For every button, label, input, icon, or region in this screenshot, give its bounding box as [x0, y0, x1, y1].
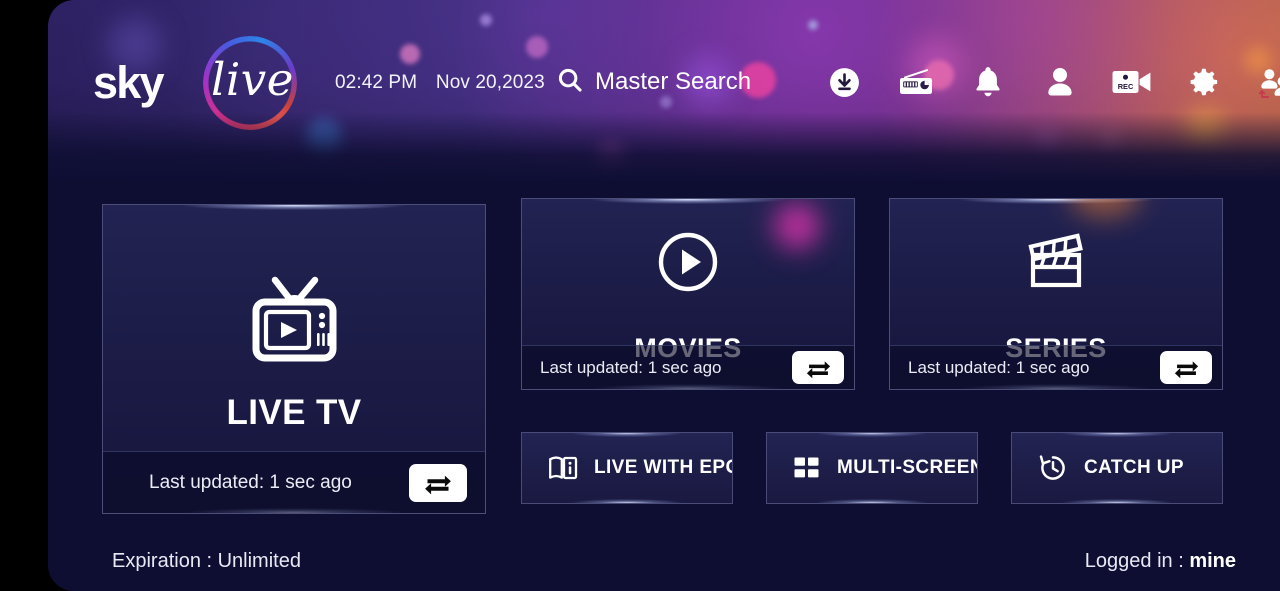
refresh-button[interactable]	[409, 463, 467, 502]
button-edge-glow	[817, 499, 927, 503]
grid-four-icon	[793, 455, 821, 481]
catch-up-button[interactable]: CATCH UP	[1011, 432, 1223, 504]
clapperboard-icon	[890, 231, 1222, 293]
logged-in-username: mine	[1189, 550, 1236, 572]
button-edge-glow	[572, 499, 682, 503]
master-search-button[interactable]: Master Search	[556, 62, 751, 102]
multi-screen-button[interactable]: MULTI-SCREEN	[766, 432, 978, 504]
switch-user-icon[interactable]	[1240, 58, 1280, 106]
bokeh-light	[1188, 112, 1222, 146]
svg-text:REC: REC	[1118, 82, 1134, 91]
bell-icon[interactable]	[952, 58, 1024, 106]
button-edge-glow	[1062, 433, 1172, 437]
last-updated-text: Last updated: 1 sec ago	[149, 471, 352, 493]
book-info-icon	[548, 455, 578, 481]
play-circle-icon	[522, 231, 854, 293]
logged-in-label: Logged in :	[1084, 550, 1190, 572]
button-edge-glow	[1062, 499, 1172, 503]
tile-footer: Last updated: 1 sec ago	[522, 345, 854, 389]
bokeh-light	[596, 142, 626, 172]
bokeh-light	[1100, 130, 1122, 152]
retro-tv-icon	[103, 271, 485, 375]
live-with-epg-button[interactable]: LIVE WITH EPG	[521, 432, 733, 504]
header-date: Nov 20,2023	[435, 72, 545, 93]
tile-series[interactable]: SERIES Last updated: 1 sec ago	[889, 198, 1223, 390]
logo-live-text: live	[211, 53, 294, 106]
tile-footer: Last updated: 1 sec ago	[103, 451, 485, 513]
logged-in-status: Logged in : mine	[1085, 550, 1236, 573]
gear-icon[interactable]	[1168, 58, 1240, 106]
brand-logo[interactable]: sky live	[93, 34, 305, 130]
bokeh-light	[306, 120, 342, 156]
tile-title: LIVE TV	[226, 393, 362, 432]
main-content: LIVE TV Last updated: 1 sec ago Last upd…	[48, 182, 1280, 591]
bokeh-light	[1070, 199, 1140, 217]
search-icon	[556, 66, 584, 99]
logo-sky-text: sky	[93, 57, 164, 108]
rec-camera-icon[interactable]: REC	[1096, 58, 1168, 106]
app-container: sky live 02:42 PM Nov 20,2023 Master Sea…	[48, 0, 1280, 591]
bokeh-light	[400, 44, 420, 64]
button-edge-glow	[572, 433, 682, 437]
bokeh-light	[808, 20, 818, 30]
tile-edge-glow	[959, 199, 1153, 204]
refresh-button[interactable]	[792, 351, 844, 384]
bokeh-light	[526, 36, 548, 58]
header-icon-row: REC	[808, 58, 1280, 106]
last-updated-text: Last updated: 1 sec ago	[540, 357, 722, 377]
header-banner: sky live 02:42 PM Nov 20,2023 Master Sea…	[48, 0, 1280, 182]
expiration-status: Expiration : Unlimited	[112, 550, 301, 572]
bokeh-light	[1034, 128, 1060, 154]
history-clock-icon	[1038, 453, 1068, 483]
tile-edge-glow	[591, 199, 785, 204]
button-edge-glow	[817, 433, 927, 437]
download-icon[interactable]	[808, 58, 880, 106]
catch-up-label: CATCH UP	[1084, 457, 1184, 478]
header-time: 02:42 PM	[335, 72, 418, 93]
tile-movies[interactable]: MOVIES Last updated: 1 sec ago	[521, 198, 855, 390]
multi-screen-label: MULTI-SCREEN	[837, 457, 978, 478]
tile-live-tv[interactable]: LIVE TV Last updated: 1 sec ago	[102, 204, 486, 514]
master-search-label: Master Search	[595, 68, 752, 95]
bokeh-light	[480, 14, 492, 26]
refresh-button[interactable]	[1160, 351, 1212, 384]
last-updated-text: Last updated: 1 sec ago	[908, 357, 1090, 377]
header-datetime: 02:42 PM Nov 20,2023	[335, 72, 545, 94]
tile-footer: Last updated: 1 sec ago	[890, 345, 1222, 389]
live-with-epg-label: LIVE WITH EPG	[594, 457, 733, 478]
person-icon[interactable]	[1024, 58, 1096, 106]
tile-edge-glow	[183, 205, 405, 210]
radio-icon[interactable]	[880, 58, 952, 106]
